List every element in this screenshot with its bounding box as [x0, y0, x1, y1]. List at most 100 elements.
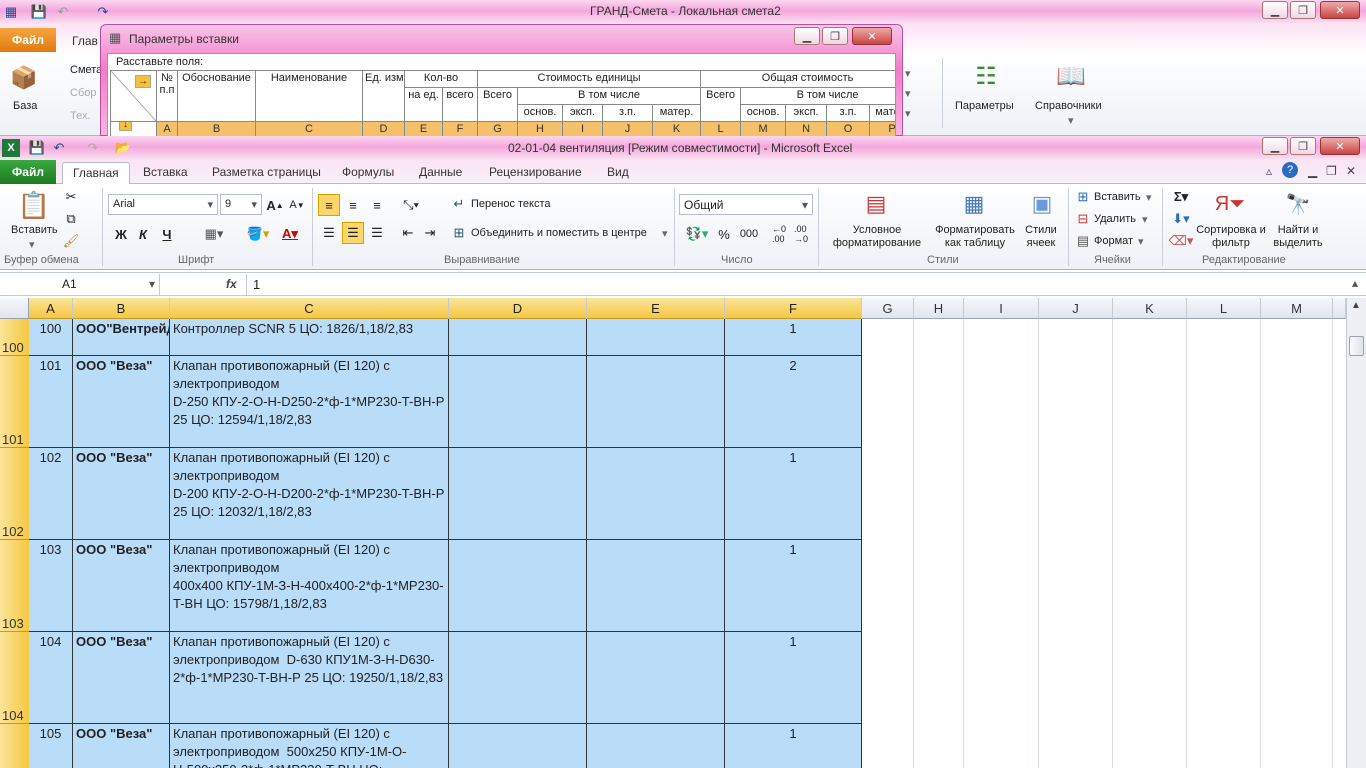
parameters-label[interactable]: Параметры	[955, 100, 1014, 112]
field-letter-b[interactable]: B	[177, 121, 256, 136]
excel-minimize-button[interactable]: ▁	[1262, 137, 1288, 155]
align-middle-icon[interactable]: ≡	[342, 194, 364, 216]
cell-e[interactable]	[587, 724, 725, 768]
align-top-icon[interactable]: ≡	[318, 194, 340, 216]
row-header[interactable]: 104	[0, 632, 29, 724]
col-header-m[interactable]: M	[1261, 298, 1333, 319]
excel-maximize-button[interactable]: ❐	[1290, 137, 1316, 155]
cell-d[interactable]	[449, 319, 587, 356]
decrease-font-icon[interactable]: A ▼	[288, 196, 306, 214]
cell-a[interactable]: 105	[29, 724, 73, 768]
field-letter-n[interactable]: N	[785, 121, 828, 136]
cut-icon[interactable]: ✂	[62, 188, 80, 206]
cell-b[interactable]: ООО"Вентрейд"	[73, 319, 170, 356]
hdr-total-cost[interactable]: Общая стоимость	[700, 70, 895, 88]
back-ribbon-item-3[interactable]: Тех.	[70, 110, 91, 122]
format-as-table-icon[interactable]: ▦	[958, 188, 990, 220]
field-letter-l[interactable]: L	[700, 121, 742, 136]
tab-home[interactable]: Главная	[62, 162, 130, 184]
hdr-unit-total[interactable]: Всего	[477, 87, 519, 122]
excel-undo-icon[interactable]: ↶	[50, 139, 68, 157]
help-icon[interactable]: ?	[1282, 162, 1298, 178]
cell-styles-button[interactable]: Стили ячеек	[1018, 224, 1064, 250]
col-header-c[interactable]: C	[170, 298, 449, 319]
cell-a[interactable]: 101	[29, 356, 73, 448]
cell-c[interactable]: Клапан противопожарный (EI 120) с электр…	[170, 448, 449, 540]
format-painter-icon[interactable]: 🖌	[62, 232, 80, 250]
font-color-icon[interactable]: A▾	[276, 224, 304, 244]
increase-font-icon[interactable]: A ▲	[266, 196, 284, 214]
back-file-tab[interactable]: Файл	[0, 28, 56, 52]
open-folder-icon[interactable]: 📂	[114, 139, 132, 157]
col-header-d[interactable]: D	[449, 298, 587, 319]
number-format-combo[interactable]: Общий ▾	[679, 194, 813, 215]
fill-color-icon[interactable]: 🪣▾	[244, 224, 272, 244]
field-letter-o[interactable]: O	[826, 121, 871, 136]
delete-cells-arrow[interactable]: ▾	[1142, 213, 1148, 226]
paste-label[interactable]: Вставить	[11, 224, 58, 236]
cell-a[interactable]: 104	[29, 632, 73, 724]
field-letter-k[interactable]: K	[652, 121, 702, 136]
hdr-qty-total[interactable]: всего	[441, 87, 479, 122]
hdr-unit-incl[interactable]: В том числе	[517, 87, 702, 105]
align-bottom-icon[interactable]: ≡	[366, 194, 388, 216]
col-header-i[interactable]: I	[964, 298, 1039, 319]
cell-b[interactable]: ООО "Веза"	[73, 356, 170, 448]
tab-review[interactable]: Рецензирование	[489, 165, 582, 179]
name-box-arrow[interactable]: ▾	[149, 277, 155, 291]
hdr-qty-per-unit[interactable]: на ед.	[404, 87, 443, 122]
row-header[interactable]: 105	[0, 724, 29, 768]
field-letter-j[interactable]: J	[602, 121, 654, 136]
cell-e[interactable]	[587, 540, 725, 632]
delete-cells-icon[interactable]: ⊟	[1074, 210, 1092, 228]
col-header-k[interactable]: K	[1113, 298, 1187, 319]
tab-insert[interactable]: Вставка	[143, 165, 188, 179]
percent-icon[interactable]: %	[716, 224, 732, 244]
row-arrow-cell[interactable]: →	[110, 70, 157, 122]
hdr-total-mat[interactable]: матер.	[869, 104, 895, 122]
hdr-unit-cost[interactable]: Стоимость единицы	[477, 70, 702, 88]
merge-center-arrow[interactable]: ▾	[662, 227, 668, 240]
merge-center-button[interactable]: Объединить и поместить в центре	[471, 227, 647, 239]
cell-styles-icon[interactable]: ▣	[1026, 188, 1058, 220]
fill-icon[interactable]: ⬇▾	[1168, 210, 1194, 228]
field-letter-f[interactable]: F	[441, 121, 479, 136]
field-letter-p[interactable]: P	[869, 121, 895, 136]
sort-filter-icon[interactable]: Я⏷	[1214, 188, 1246, 220]
conditional-formatting-button[interactable]: Условное форматирование	[822, 224, 932, 250]
cell-d[interactable]	[449, 448, 587, 540]
hdr-unit-wage[interactable]: з.п.	[602, 104, 654, 122]
back-ribbon-item-1[interactable]: Смета	[70, 64, 102, 76]
cell-d[interactable]	[449, 724, 587, 768]
references-label[interactable]: Справочники	[1035, 100, 1102, 112]
format-cells-icon[interactable]: ▤	[1074, 232, 1092, 250]
down-arrow-cell[interactable]: ↓	[110, 121, 157, 136]
col-header-b[interactable]: B	[73, 298, 170, 319]
select-all-corner[interactable]	[0, 298, 29, 319]
col-header-g[interactable]: G	[862, 298, 914, 319]
cell-c[interactable]: Клапан противопожарный (EI 120) с электр…	[170, 540, 449, 632]
cell-c[interactable]: Контроллер SCNR 5 ЦО: 1826/1,18/2,83	[170, 319, 449, 356]
cell-f[interactable]: 1	[725, 448, 862, 540]
formula-expand-icon[interactable]: ▴	[1352, 276, 1358, 290]
font-size-combo[interactable]: 9 ▾	[220, 194, 262, 215]
hdr-num[interactable]: № п.п	[156, 70, 178, 122]
find-select-button[interactable]: Найти и выделить	[1266, 224, 1330, 250]
copy-icon[interactable]: ⧉	[62, 210, 80, 228]
arrow-down-icon[interactable]: ↓	[119, 122, 132, 131]
back-maximize-button[interactable]: ❐	[1290, 1, 1316, 19]
align-center-icon[interactable]: ☰	[342, 222, 364, 244]
excel-close-button[interactable]: ✕	[1320, 137, 1360, 155]
cell-b[interactable]: ООО "Веза"	[73, 724, 170, 768]
row-header[interactable]: 101	[0, 356, 29, 448]
align-right-icon[interactable]: ☰	[366, 222, 388, 244]
row-header[interactable]: 103	[0, 540, 29, 632]
name-box[interactable]: A1 ▾	[0, 274, 160, 295]
increase-decimal-icon[interactable]: ←0.00	[770, 224, 788, 244]
fx-icon[interactable]: fx	[226, 277, 237, 291]
cell-e[interactable]	[587, 632, 725, 724]
ribbon-collapse-icon[interactable]: ▵	[1266, 164, 1272, 178]
col-header-j[interactable]: J	[1039, 298, 1113, 319]
field-letter-m[interactable]: M	[740, 121, 787, 136]
tab-view[interactable]: Вид	[607, 165, 629, 179]
